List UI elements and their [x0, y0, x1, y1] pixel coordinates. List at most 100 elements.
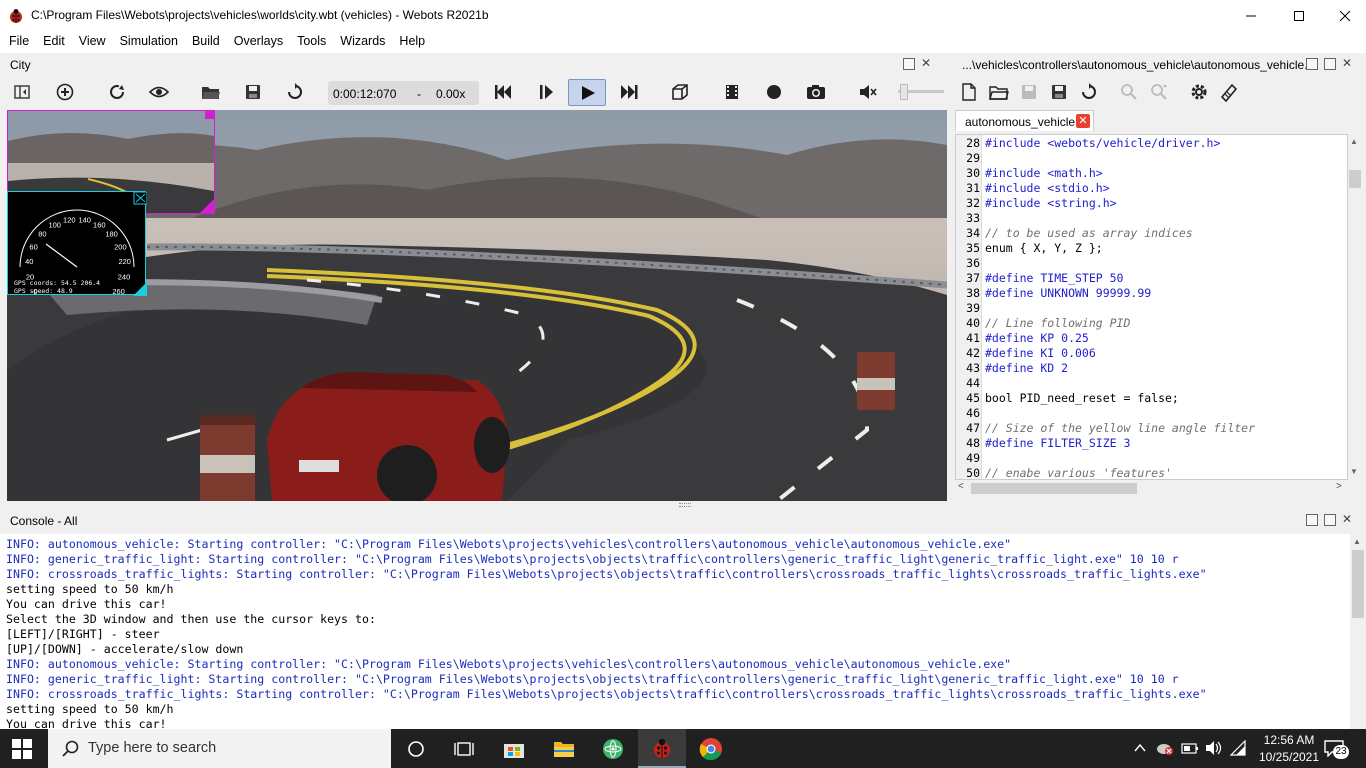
volume-tray-button[interactable]: [1205, 740, 1223, 759]
atom-app-button[interactable]: [599, 735, 627, 763]
replace-button[interactable]: [1148, 81, 1170, 103]
menu-tools[interactable]: Tools: [297, 31, 326, 48]
menu-view[interactable]: View: [79, 31, 106, 48]
build-settings-button[interactable]: [1188, 81, 1210, 103]
speedometer-tick-label: 80: [38, 230, 46, 239]
minimize-icon: [1246, 15, 1256, 16]
code-horizontal-scrollbar[interactable]: < >: [955, 480, 1348, 497]
console-output[interactable]: INFO: autonomous_vehicle: Starting contr…: [0, 534, 1350, 729]
line-number: 46: [966, 406, 980, 420]
chrome-icon: [699, 738, 722, 761]
minimize-button[interactable]: [1228, 0, 1274, 31]
action-center-button[interactable]: 23: [1324, 739, 1349, 760]
console-maximize-button[interactable]: [1324, 514, 1336, 526]
scene-close-button[interactable]: ✕: [921, 56, 931, 70]
add-node-button[interactable]: [54, 81, 76, 103]
timeline-button[interactable]: [450, 735, 478, 763]
close-window-button[interactable]: [1322, 0, 1366, 31]
speedometer-tick-label: 240: [118, 273, 131, 282]
console-line: Select the 3D window and then use the cu…: [6, 612, 376, 626]
close-tab-icon[interactable]: ✕: [1076, 114, 1090, 128]
open-file-button[interactable]: [988, 81, 1010, 103]
speedometer-tick-label: 120: [63, 216, 76, 225]
menu-help[interactable]: Help: [399, 31, 425, 48]
task-view-icon: [454, 742, 474, 756]
record-animation-icon: [767, 85, 781, 99]
save-world-button[interactable]: [242, 81, 264, 103]
webots-taskbar-button[interactable]: [638, 729, 686, 768]
find-button[interactable]: [1118, 81, 1140, 103]
taskbar-search-box[interactable]: Type here to search: [48, 729, 391, 768]
screenshot-button[interactable]: [805, 81, 827, 103]
menu-build[interactable]: Build: [192, 31, 220, 48]
file-explorer-icon: [554, 742, 574, 757]
perspective-button[interactable]: [669, 81, 691, 103]
play-button[interactable]: [568, 79, 606, 106]
new-file-button[interactable]: [958, 81, 980, 103]
menu-wizards[interactable]: Wizards: [340, 31, 385, 48]
line-number: 31: [966, 181, 980, 195]
tab-autonomous-vehicle[interactable]: autonomous_vehicle.c ✕: [955, 110, 1094, 131]
step-button[interactable]: [535, 81, 557, 103]
view-button[interactable]: [148, 81, 170, 103]
show-hidden-icons-button[interactable]: [1134, 742, 1146, 756]
code-line: #include <math.h>: [985, 166, 1103, 180]
code-line: #define KI 0.006: [985, 346, 1096, 360]
add-node-icon: [56, 83, 74, 101]
step-back-button[interactable]: [492, 81, 514, 103]
find-icon: [1121, 84, 1137, 100]
speedometer-tick-label: 60: [29, 242, 37, 251]
speedometer-overlay[interactable]: 0 20 40 60 80 100 120 140 160 180 200 220 240 260 GPS…: [7, 191, 148, 296]
reload-world-button[interactable]: [106, 81, 128, 103]
speedometer-tick-label: 140: [78, 216, 91, 225]
editor-close-button[interactable]: ✕: [1342, 56, 1352, 70]
start-button[interactable]: [12, 739, 32, 762]
code-vertical-scrollbar[interactable]: ▲ ▼: [1348, 134, 1362, 480]
fast-forward-button[interactable]: [618, 81, 640, 103]
line-number: 38: [966, 286, 980, 300]
line-number: 36: [966, 256, 980, 270]
save-file-button[interactable]: [1018, 81, 1040, 103]
editor-maximize-button[interactable]: [1324, 58, 1336, 70]
chrome-button[interactable]: [697, 735, 725, 763]
record-animation-button[interactable]: [763, 81, 785, 103]
file-explorer-button[interactable]: [550, 735, 578, 763]
notification-count-badge: 23: [1333, 745, 1349, 759]
toggle-scene-tree-button[interactable]: [11, 81, 33, 103]
splitter-handle[interactable]: [679, 503, 691, 507]
open-world-button[interactable]: [200, 81, 222, 103]
store-app-button[interactable]: [500, 735, 528, 763]
taskbar-clock-date[interactable]: 10/25/2021: [1251, 750, 1327, 764]
tab-label: autonomous_vehicle.c: [965, 115, 1085, 129]
line-number: 37: [966, 271, 980, 285]
menu-overlays[interactable]: Overlays: [234, 31, 283, 48]
console-close-button[interactable]: ✕: [1342, 512, 1352, 526]
code-line: #define KD 2: [985, 361, 1069, 375]
revert-button[interactable]: [1078, 81, 1100, 103]
code-editor[interactable]: 28 29 30 31 32 33 34 35 36 37 38 39 40 41 42 43 44 45 46 47…: [955, 134, 1348, 480]
code-line: #include <stdio.h>: [985, 181, 1110, 195]
mute-button[interactable]: [857, 81, 879, 103]
tray-app-icon[interactable]: [1156, 740, 1174, 759]
revert-icon: [1082, 83, 1096, 99]
clean-button[interactable]: [1218, 81, 1240, 103]
menu-simulation[interactable]: Simulation: [120, 31, 178, 48]
menu-file[interactable]: File: [9, 31, 29, 48]
save-as-button[interactable]: [1048, 81, 1070, 103]
taskbar-clock-time[interactable]: 12:56 AM: [1256, 733, 1322, 747]
maximize-button[interactable]: [1276, 0, 1322, 31]
3d-view[interactable]: 0 20 40 60 80 100 120 140 160 180 200 220 240 260 GPS…: [7, 110, 947, 501]
scene-float-button[interactable]: [903, 58, 915, 70]
console-scrollbar[interactable]: ▲: [1350, 534, 1366, 729]
console-float-button[interactable]: [1306, 514, 1318, 526]
menu-edit[interactable]: Edit: [43, 31, 65, 48]
editor-float-button[interactable]: [1306, 58, 1318, 70]
network-tray-button[interactable]: [1229, 739, 1246, 759]
save-world-icon: [246, 85, 260, 99]
volume-slider[interactable]: [898, 84, 944, 100]
battery-tray-button[interactable]: [1181, 741, 1199, 758]
reset-simulation-button[interactable]: [284, 81, 306, 103]
record-movie-button[interactable]: [721, 81, 743, 103]
line-number: 49: [966, 451, 980, 465]
task-view-button[interactable]: [402, 735, 430, 763]
